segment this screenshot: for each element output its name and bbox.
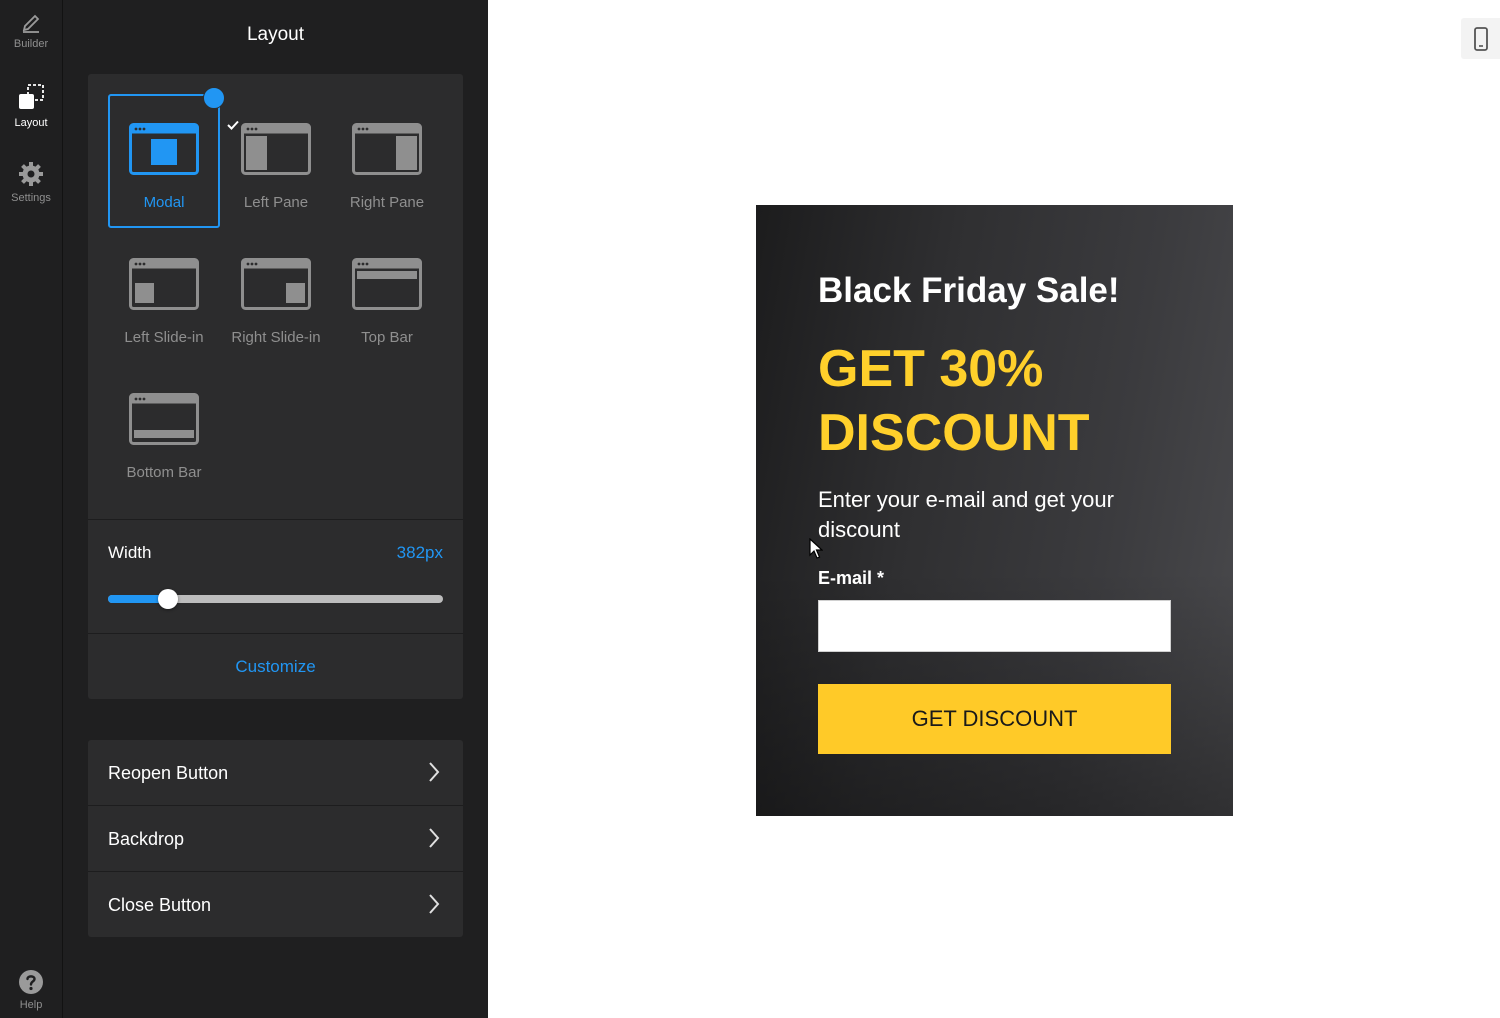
popup-preview: Black Friday Sale! GET 30% DISCOUNT Ente…: [756, 205, 1233, 816]
bottom-bar-layout-icon: [129, 393, 199, 445]
rail-item-layout[interactable]: Layout: [0, 83, 62, 129]
layout-option-left-pane[interactable]: Left Pane: [220, 94, 332, 228]
section-label: Close Button: [108, 895, 212, 915]
popup-headline: GET 30% DISCOUNT: [818, 340, 1090, 462]
rail-label-help: Help: [19, 999, 43, 1011]
layout-option-label: Right Pane: [349, 194, 425, 211]
chevron-right-icon: [429, 828, 440, 848]
mouse-cursor-icon: [809, 538, 823, 559]
section-row-backdrop[interactable]: Backdrop: [88, 806, 463, 871]
layout-option-label: Left Pane: [243, 194, 309, 211]
layout-option-label: Bottom Bar: [126, 464, 202, 481]
layout-option-right-pane[interactable]: Right Pane: [331, 94, 443, 228]
layout-option-label: Modal: [143, 194, 185, 211]
rail-item-settings[interactable]: Settings: [0, 160, 62, 204]
customize-link[interactable]: Customize: [88, 657, 463, 677]
modal-layout-icon: [129, 123, 199, 175]
layout-option-label: Left Slide-in: [124, 329, 204, 346]
rail-label-settings: Settings: [11, 192, 51, 204]
left-pane-layout-icon: [241, 123, 311, 175]
chevron-right-icon: [429, 762, 440, 782]
layout-option-modal[interactable]: Modal: [108, 87, 239, 228]
divider: [88, 633, 463, 634]
pencil-icon: [22, 14, 40, 33]
rail-item-builder[interactable]: Builder: [0, 12, 62, 50]
email-field[interactable]: [818, 600, 1171, 652]
layout-options-card: Modal Left Pane Right Pane Left Slide-in…: [88, 74, 463, 699]
divider: [88, 519, 463, 520]
device-toggle-button[interactable]: [1461, 18, 1500, 59]
section-label: Backdrop: [108, 829, 185, 849]
section-label: Reopen Button: [108, 763, 229, 783]
section-list: Reopen Button Backdrop Close Button: [88, 740, 463, 937]
layout-option-label: Right Slide-in: [231, 329, 321, 346]
layout-option-top-bar[interactable]: Top Bar: [331, 229, 443, 363]
layout-panel: Layout Modal Left Pane Right Pane Left S…: [63, 0, 488, 1018]
mobile-device-icon: [1474, 27, 1488, 51]
get-discount-button[interactable]: GET DISCOUNT: [818, 684, 1171, 754]
layout-option-right-slide-in[interactable]: Right Slide-in: [220, 229, 332, 363]
chevron-right-icon: [429, 894, 440, 914]
rail-label-builder: Builder: [13, 38, 49, 50]
help-icon: [19, 970, 43, 994]
layout-option-label: Top Bar: [361, 329, 413, 346]
left-slide-in-layout-icon: [129, 258, 199, 310]
section-row-close-button[interactable]: Close Button: [88, 872, 463, 937]
icon-rail: Builder Layout Settings Help: [0, 0, 63, 1018]
width-slider[interactable]: [108, 589, 443, 609]
right-slide-in-layout-icon: [241, 258, 311, 310]
popup-title: Black Friday Sale!: [818, 271, 1120, 310]
rail-label-layout: Layout: [14, 117, 48, 129]
width-label: Width: [108, 543, 152, 562]
popup-description: Enter your e-mail and get your discount: [818, 487, 1114, 542]
top-bar-layout-icon: [352, 258, 422, 310]
rail-item-help[interactable]: Help: [0, 969, 62, 1011]
layout-option-left-slide-in[interactable]: Left Slide-in: [108, 229, 220, 363]
width-value[interactable]: 382px: [397, 543, 443, 563]
width-slider-thumb[interactable]: [158, 589, 178, 609]
gear-icon: [19, 162, 43, 186]
email-field-label: E-mail *: [818, 568, 885, 588]
right-pane-layout-icon: [352, 123, 422, 175]
panel-title: Layout: [246, 24, 305, 45]
layout-option-bottom-bar[interactable]: Bottom Bar: [108, 364, 220, 498]
section-row-reopen-button[interactable]: Reopen Button: [88, 740, 463, 805]
layout-icon: [19, 84, 44, 109]
